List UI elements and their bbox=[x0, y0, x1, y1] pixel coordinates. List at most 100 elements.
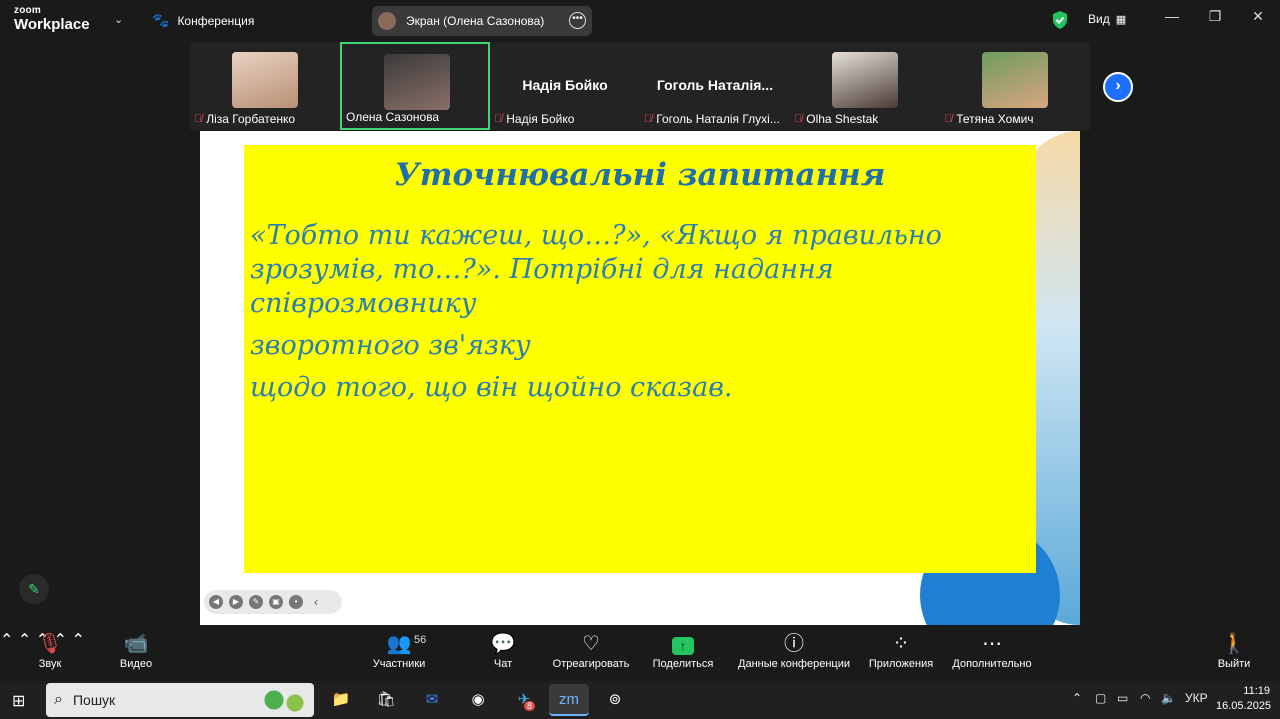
restore-icon[interactable]: ❐ bbox=[1205, 8, 1225, 25]
next-slide-icon[interactable]: ▶ bbox=[229, 595, 243, 609]
mic-muted-icon: 🎙̸ bbox=[944, 113, 953, 125]
time-text: 11:19 bbox=[1243, 685, 1270, 697]
meeting-toolbar: 🎙 Звук ⌃ 📹 Видео ⌃ 👥 Участники 56 ⌃ 💬 Ча… bbox=[0, 630, 1280, 680]
taskbar-search[interactable]: ⌕ Пошук bbox=[46, 683, 314, 717]
audio-button[interactable]: 🎙 Звук bbox=[30, 630, 70, 670]
mic-muted-icon: 🎙 bbox=[37, 633, 63, 655]
audio-label: Звук bbox=[38, 658, 62, 670]
pen-icon[interactable]: ✎ bbox=[249, 595, 263, 609]
screen-share-pill[interactable]: Экран (Олена Сазонова) ••• bbox=[372, 6, 592, 36]
zoom-taskbar-icon[interactable]: zm bbox=[549, 684, 589, 716]
view-label: Вид bbox=[1088, 12, 1110, 26]
apps-button[interactable]: ⁘ Приложения bbox=[866, 630, 936, 670]
participant-tile[interactable]: 🎙̸ Ліза Горбатенко bbox=[190, 42, 340, 130]
tray-meet-icon[interactable]: ▢ bbox=[1095, 691, 1106, 705]
collapse-icon[interactable]: ‹ bbox=[309, 595, 323, 609]
mic-muted-icon: 🎙̸ bbox=[644, 113, 653, 125]
grid-icon: ▦ bbox=[1115, 13, 1127, 26]
battery-icon[interactable]: ▭ bbox=[1117, 691, 1128, 705]
participant-big-name: Гоголь Наталія... bbox=[656, 77, 774, 93]
participant-tile[interactable]: Надія Бойко 🎙̸ Надія Бойко bbox=[490, 42, 640, 130]
conference-menu[interactable]: 🐾 Конференция bbox=[152, 12, 254, 29]
title-bar: zoom Workplace ⌄ 🐾 Конференция Экран (Ол… bbox=[0, 0, 1280, 40]
participant-tile[interactable]: Гоголь Наталія... 🎙̸ Гоголь Наталія Глухі… bbox=[640, 42, 790, 130]
participant-tile-active[interactable]: Олена Сазонова bbox=[340, 42, 490, 130]
screen-share-label: Экран (Олена Сазонова) bbox=[406, 14, 545, 28]
search-highlight-image bbox=[250, 685, 310, 715]
share-button[interactable]: ↑ Поделиться bbox=[651, 630, 715, 670]
react-button[interactable]: ♡ Отреагировать bbox=[550, 630, 632, 670]
screenshot-icon[interactable]: ▣ bbox=[269, 595, 283, 609]
chat-button[interactable]: 💬 Чат bbox=[488, 630, 518, 670]
brand-big: Workplace bbox=[14, 16, 90, 33]
date-text: 16.05.2025 bbox=[1216, 700, 1272, 712]
windows-start-icon[interactable]: ⊞ bbox=[12, 691, 25, 711]
store-icon[interactable]: 🛍 bbox=[366, 684, 406, 716]
wifi-icon[interactable]: ◠ bbox=[1140, 691, 1150, 705]
video-label: Видео bbox=[119, 658, 153, 670]
tray-chevron-up-icon[interactable]: ⌃ bbox=[1072, 691, 1082, 705]
chevron-up-icon[interactable]: ⌃ bbox=[71, 632, 84, 649]
participants-strip: 🎙̸ Ліза Горбатенко Олена Сазонова Надія Б… bbox=[190, 42, 1090, 130]
more-options-icon[interactable]: ••• bbox=[569, 12, 586, 29]
chat-icon: 💬 bbox=[490, 633, 516, 655]
clock[interactable]: 11:19 16.05.2025 bbox=[1216, 684, 1272, 714]
leave-button[interactable]: 🚶 Выйти bbox=[1216, 630, 1252, 670]
participant-name: Надія Бойко bbox=[506, 112, 575, 126]
react-label: Отреагировать bbox=[552, 658, 630, 670]
meeting-info-button[interactable]: ⓘ Данные конференции bbox=[736, 630, 852, 670]
view-button[interactable]: Вид ▦ bbox=[1088, 12, 1126, 26]
more-icon[interactable]: • bbox=[289, 595, 303, 609]
participant-name: Ліза Горбатенко bbox=[206, 112, 296, 126]
slide-content: Уточнювальні запитання «Тобто ти кажеш, … bbox=[244, 145, 1036, 573]
search-placeholder: Пошук bbox=[72, 692, 116, 708]
participant-video bbox=[982, 52, 1048, 108]
slide-controls: ◀ ▶ ✎ ▣ • ‹ bbox=[204, 590, 342, 614]
participant-name: Olha Shestak bbox=[806, 112, 879, 126]
zoom-logo: zoom Workplace bbox=[14, 6, 90, 33]
participant-tile[interactable]: 🎙̸ Тетяна Хомич bbox=[940, 42, 1090, 130]
more-icon: ⋯ bbox=[982, 633, 1002, 655]
volume-icon[interactable]: 🔈 bbox=[1161, 691, 1176, 705]
more-button[interactable]: ⋯ Дополнительно bbox=[949, 630, 1035, 670]
participant-name: Гоголь Наталія Глухі... bbox=[656, 112, 780, 126]
apps-label: Приложения bbox=[868, 658, 934, 670]
conference-label: Конференция bbox=[177, 13, 255, 28]
mic-muted-icon: 🎙̸ bbox=[494, 113, 503, 125]
chrome-icon[interactable]: ◉ bbox=[458, 684, 498, 716]
input-language[interactable]: УКР bbox=[1185, 691, 1208, 705]
apps-icon: ⁘ bbox=[892, 633, 910, 655]
telegram-badge: 8 bbox=[524, 701, 536, 711]
telegram-icon[interactable]: ✈ bbox=[504, 684, 544, 716]
prev-slide-icon[interactable]: ◀ bbox=[209, 595, 223, 609]
video-off-icon: 📹 bbox=[123, 633, 149, 655]
participant-name: Олена Сазонова bbox=[346, 110, 440, 124]
next-page-arrow-icon[interactable]: › bbox=[1103, 72, 1133, 102]
slide-title: Уточнювальні запитання bbox=[394, 157, 886, 193]
os-taskbar: ⊞ ⌕ Пошук 📁 🛍 ✉ ◉ ✈ 8 zm ⊚ ⌃ ▢ ▭ ◠ 🔈 УКР… bbox=[0, 681, 1280, 719]
share-screen-icon: ↑ bbox=[672, 637, 694, 655]
paw-icon: 🐾 bbox=[152, 12, 170, 28]
outlook-icon[interactable]: ✉ bbox=[412, 684, 452, 716]
chat-label: Чат bbox=[493, 658, 513, 670]
info-icon: ⓘ bbox=[784, 633, 804, 655]
participant-tile[interactable]: 🎙̸ Olha Shestak bbox=[790, 42, 940, 130]
leave-label: Выйти bbox=[1217, 658, 1251, 670]
participant-big-name: Надія Бойко bbox=[522, 77, 608, 93]
heart-icon: ♡ bbox=[582, 633, 600, 655]
search-icon: ⌕ bbox=[54, 691, 63, 708]
mic-muted-icon: 🎙̸ bbox=[194, 113, 203, 125]
app-icon[interactable]: ⊚ bbox=[595, 684, 635, 716]
participants-count: 56 bbox=[414, 634, 427, 646]
file-explorer-icon[interactable]: 📁 bbox=[321, 684, 361, 716]
share-label: Поделиться bbox=[652, 658, 714, 670]
slide-paragraph: щодо того, що він щойно сказав. bbox=[250, 372, 733, 403]
chevron-up-icon[interactable]: ⌃ bbox=[0, 632, 13, 649]
minimize-icon[interactable]: — bbox=[1162, 8, 1182, 24]
chevron-down-icon[interactable]: ⌄ bbox=[114, 13, 123, 26]
close-icon[interactable]: ✕ bbox=[1248, 8, 1268, 25]
shield-check-icon[interactable] bbox=[1051, 10, 1069, 30]
video-button[interactable]: 📹 Видео bbox=[112, 630, 160, 670]
slide-text: «Тобто ти кажеш, що…?», «Якщо я правильн… bbox=[250, 219, 1020, 413]
annotate-pen-icon[interactable]: ✎ bbox=[19, 574, 49, 604]
